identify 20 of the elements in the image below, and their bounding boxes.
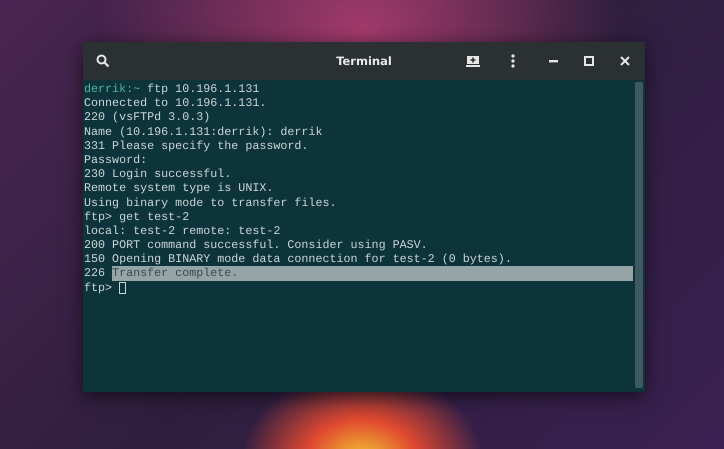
output-text: 331 Please specify the password. — [84, 138, 308, 153]
output-text: ftp> — [84, 280, 114, 295]
output-text: Remote system type is UNIX. — [84, 181, 274, 196]
output-text: Using binary mode to transfer files. — [84, 196, 336, 210]
prompt-text: derrik:~ — [84, 82, 140, 96]
output-text: 226 — [84, 266, 106, 281]
output-text: Name (10.196.1.131:derrik): derrik — [84, 124, 322, 139]
scrollbar-thumb[interactable] — [635, 82, 643, 388]
command-text: ftp 10.196.1.131 — [146, 82, 260, 96]
output-text: 220 (vsFTPd 3.0.3) — [84, 110, 210, 125]
window-title: Terminal — [336, 54, 392, 68]
scrollbar[interactable] — [633, 80, 645, 392]
selected-text: Transfer complete. — [112, 266, 633, 281]
output-text: ftp> get test-2 — [84, 210, 190, 224]
output-text: Connected to 10.196.1.131. — [84, 96, 266, 110]
output-text: 200 PORT command successful. Consider using PASV. — [84, 238, 428, 252]
output-text: Password: — [84, 152, 148, 168]
output-text: 150 Opening BINARY mode data connection for test-2 (0 bytes). — [84, 252, 512, 266]
output-text: local: test-2 remote: test-2 — [84, 224, 280, 238]
output-text: 230 Login successful. — [84, 167, 232, 182]
